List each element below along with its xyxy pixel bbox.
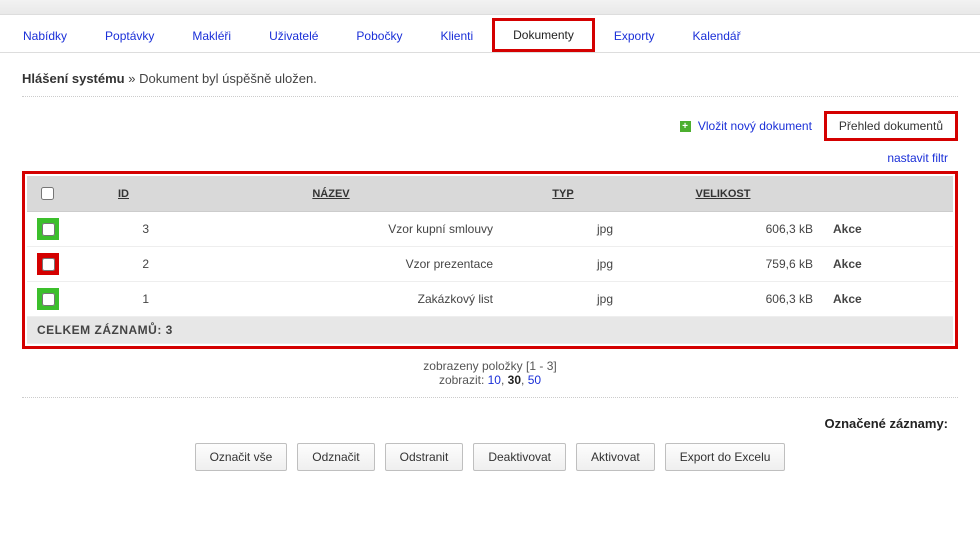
nav-dokumenty[interactable]: Dokumenty: [492, 18, 595, 52]
col-size[interactable]: VELIKOST: [623, 176, 823, 212]
row-status-red: [37, 253, 59, 275]
documents-grid-wrap: ID NÁZEV TYP VELIKOST 3 Vzor kupní smlou…: [22, 171, 958, 349]
system-message-title: Hlášení systému: [22, 71, 125, 86]
row-checkbox[interactable]: [42, 293, 55, 306]
row-action-link[interactable]: Akce: [833, 292, 862, 306]
pager: zobrazeny položky [1 - 3] zobrazit: 10, …: [22, 349, 958, 389]
cell-name: Vzor kupní smlouvy: [159, 212, 503, 247]
cell-size: 759,6 kB: [623, 247, 823, 282]
table-row: 1 Zakázkový list jpg 606,3 kB Akce: [27, 282, 953, 317]
cell-size: 606,3 kB: [623, 212, 823, 247]
cell-type: jpg: [503, 282, 623, 317]
filter-row: nastavit filtr: [22, 145, 958, 171]
cell-type: jpg: [503, 212, 623, 247]
activate-button[interactable]: Aktivovat: [576, 443, 655, 471]
pager-show-label: zobrazit:: [439, 373, 488, 387]
bulk-actions-bar: Označit vše Odznačit Odstranit Deaktivov…: [22, 443, 958, 485]
table-header-row: ID NÁZEV TYP VELIKOST: [27, 176, 953, 212]
cell-id: 3: [69, 212, 159, 247]
row-status-green: [37, 288, 59, 310]
nav-pobocky[interactable]: Pobočky: [337, 18, 421, 52]
deselect-button[interactable]: Odznačit: [297, 443, 374, 471]
col-action: [823, 176, 953, 212]
nav-klienti[interactable]: Klienti: [421, 18, 492, 52]
cell-name: Vzor prezentace: [159, 247, 503, 282]
system-message-text: Dokument byl úspěšně uložen.: [139, 71, 317, 86]
nav-poptavky[interactable]: Poptávky: [86, 18, 173, 52]
pager-shown: zobrazeny položky [1 - 3]: [22, 359, 958, 373]
pager-opt-50[interactable]: 50: [528, 373, 541, 387]
col-name[interactable]: NÁZEV: [159, 176, 503, 212]
nav-uzivatele[interactable]: Uživatelé: [250, 18, 337, 52]
new-document-label: Vložit nový dokument: [698, 119, 812, 133]
pager-opt-10[interactable]: 10: [488, 373, 501, 387]
col-id[interactable]: ID: [69, 176, 159, 212]
pager-opt-30[interactable]: 30: [508, 373, 521, 387]
cell-type: jpg: [503, 247, 623, 282]
documents-table: ID NÁZEV TYP VELIKOST 3 Vzor kupní smlou…: [27, 176, 953, 344]
system-message: Hlášení systému » Dokument byl úspěšně u…: [22, 67, 958, 97]
cell-id: 2: [69, 247, 159, 282]
col-checkbox: [27, 176, 69, 212]
set-filter-link[interactable]: nastavit filtr: [887, 151, 948, 165]
cell-size: 606,3 kB: [623, 282, 823, 317]
row-action-link[interactable]: Akce: [833, 257, 862, 271]
nav-exporty[interactable]: Exporty: [595, 18, 674, 52]
summary-count: 3: [166, 323, 173, 337]
nav-nabidky[interactable]: Nabídky: [4, 18, 86, 52]
row-action-link[interactable]: Akce: [833, 222, 862, 236]
top-actions: + Vložit nový dokument Přehled dokumentů: [22, 97, 958, 145]
row-checkbox[interactable]: [42, 258, 55, 271]
row-checkbox[interactable]: [42, 223, 55, 236]
col-type[interactable]: TYP: [503, 176, 623, 212]
top-gradient-bar: [0, 0, 980, 15]
select-all-checkbox[interactable]: [41, 187, 54, 200]
row-status-green: [37, 218, 59, 240]
system-message-sep: »: [125, 71, 139, 86]
marked-records-label: Označené záznamy:: [22, 412, 958, 443]
table-row: 3 Vzor kupní smlouvy jpg 606,3 kB Akce: [27, 212, 953, 247]
plus-icon: +: [680, 121, 691, 132]
nav-makleri[interactable]: Makléři: [173, 18, 250, 52]
cell-id: 1: [69, 282, 159, 317]
table-row: 2 Vzor prezentace jpg 759,6 kB Akce: [27, 247, 953, 282]
select-all-button[interactable]: Označit vše: [195, 443, 288, 471]
delete-button[interactable]: Odstranit: [385, 443, 464, 471]
documents-overview-button[interactable]: Přehled dokumentů: [824, 111, 958, 141]
deactivate-button[interactable]: Deaktivovat: [473, 443, 566, 471]
summary-row: CELKEM ZÁZNAMŮ: 3: [27, 317, 953, 344]
new-document-link[interactable]: + Vložit nový dokument: [680, 119, 812, 133]
page-content: Hlášení systému » Dokument byl úspěšně u…: [0, 53, 980, 499]
nav-kalendar[interactable]: Kalendář: [674, 18, 760, 52]
summary-label: CELKEM ZÁZNAMŮ:: [37, 323, 166, 337]
cell-name: Zakázkový list: [159, 282, 503, 317]
divider: [22, 397, 958, 398]
export-excel-button[interactable]: Export do Excelu: [665, 443, 786, 471]
main-nav: Nabídky Poptávky Makléři Uživatelé Poboč…: [0, 15, 980, 53]
